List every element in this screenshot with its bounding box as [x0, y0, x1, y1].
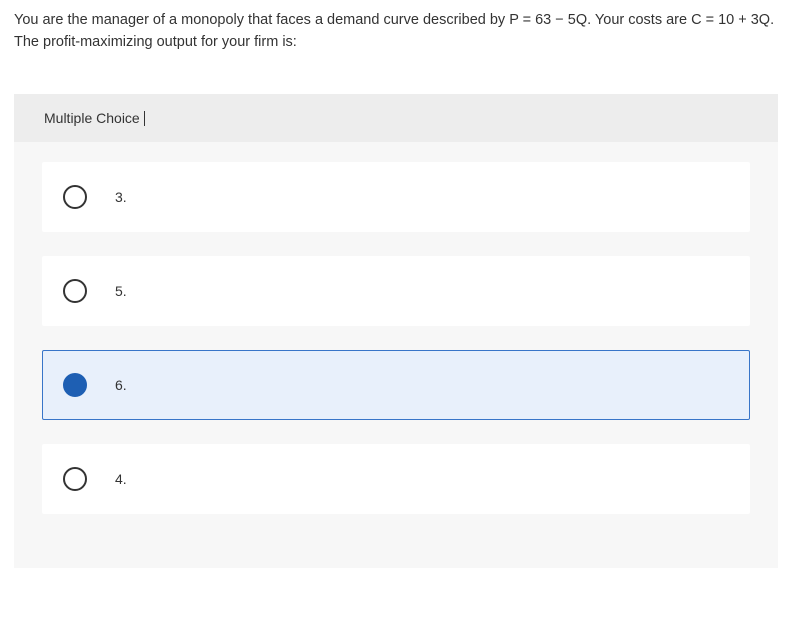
option-2[interactable]: 6. [42, 350, 750, 420]
radio-icon [63, 373, 87, 397]
option-label: 6. [115, 377, 127, 393]
option-3[interactable]: 4. [42, 444, 750, 514]
section-header: Multiple Choice [14, 94, 778, 143]
radio-icon [63, 279, 87, 303]
option-label: 3. [115, 189, 127, 205]
option-0[interactable]: 3. [42, 162, 750, 232]
question-text: You are the manager of a monopoly that f… [14, 10, 778, 54]
radio-icon [63, 467, 87, 491]
section-label: Multiple Choice [44, 110, 140, 126]
multiple-choice-container: Multiple Choice 3. 5. 6. 4. [14, 94, 778, 569]
option-label: 5. [115, 283, 127, 299]
option-label: 4. [115, 471, 127, 487]
options-list: 3. 5. 6. 4. [14, 142, 778, 514]
radio-icon [63, 185, 87, 209]
option-1[interactable]: 5. [42, 256, 750, 326]
